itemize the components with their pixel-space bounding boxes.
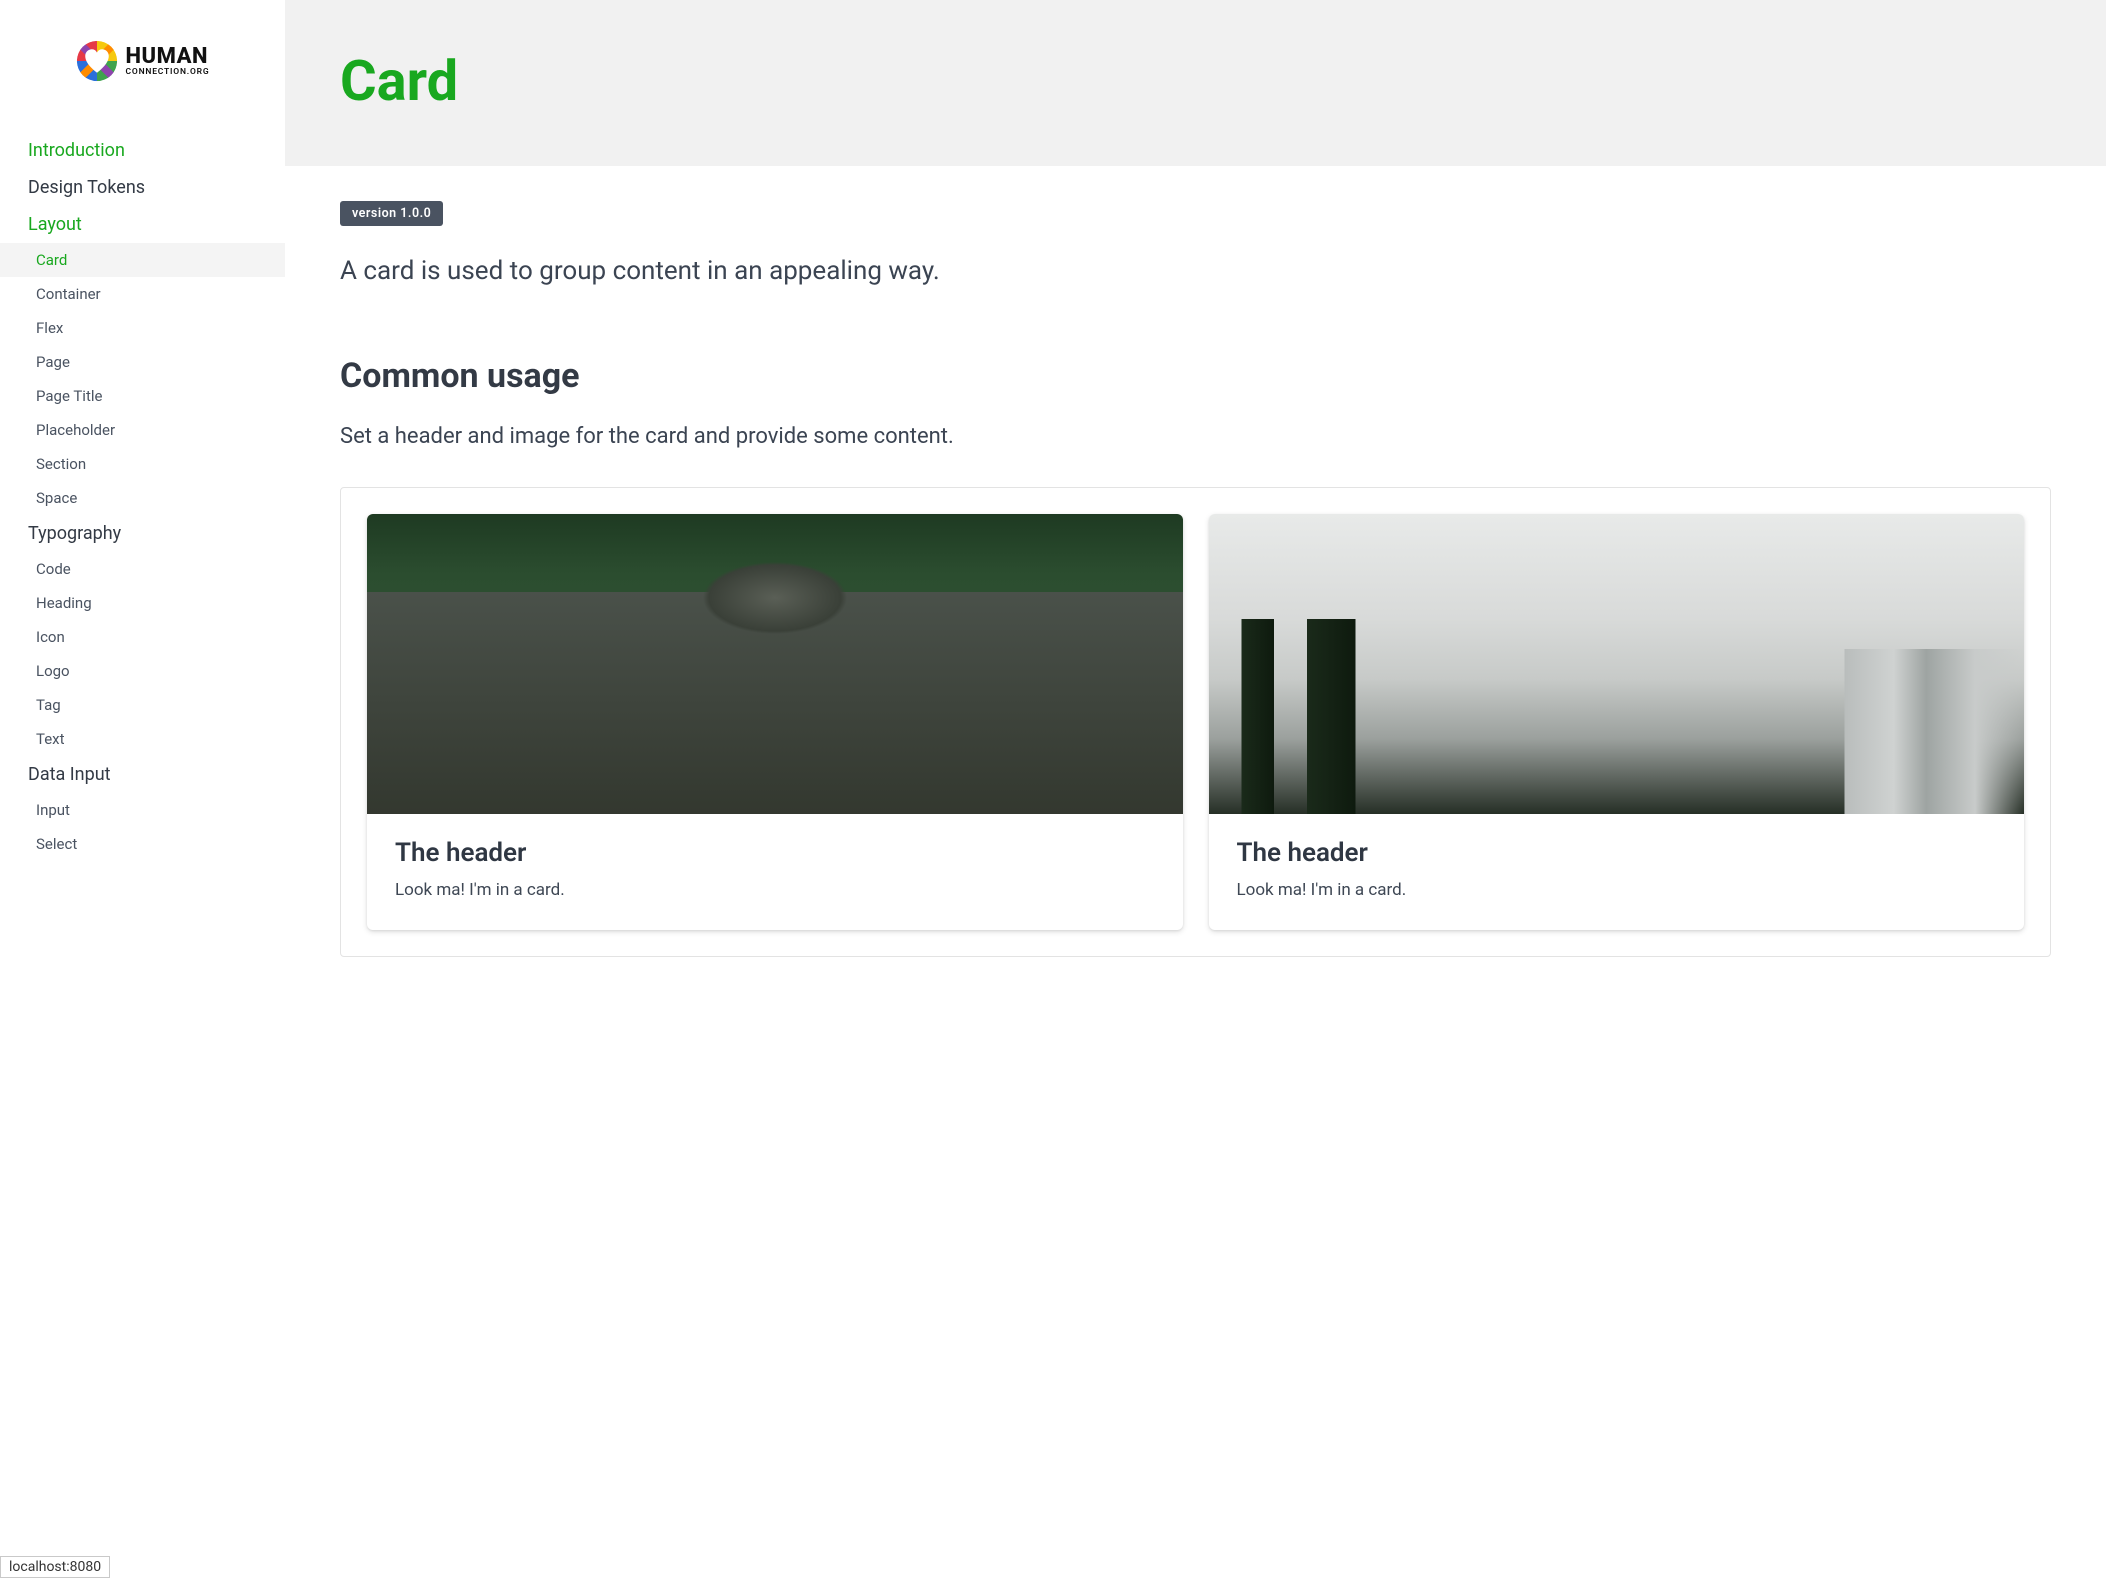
card-text: Look ma! I'm in a card. — [395, 880, 1155, 900]
logo[interactable]: HUMAN CONNECTION.ORG — [0, 10, 285, 132]
nav-introduction[interactable]: Introduction — [0, 132, 285, 169]
nav-typography-text[interactable]: Text — [0, 722, 285, 756]
page-body: version 1.0.0 A card is used to group co… — [285, 166, 2106, 1037]
card-image — [1209, 514, 2025, 814]
app-root: HUMAN CONNECTION.ORG Introduction Design… — [0, 0, 2106, 1578]
nav-layout-flex[interactable]: Flex — [0, 311, 285, 345]
card-text: Look ma! I'm in a card. — [1237, 880, 1997, 900]
sidebar: HUMAN CONNECTION.ORG Introduction Design… — [0, 0, 285, 1578]
nav-typography-logo[interactable]: Logo — [0, 654, 285, 688]
nav-layout-card[interactable]: Card — [0, 243, 285, 277]
nav-design-tokens[interactable]: Design Tokens — [0, 169, 285, 206]
browser-status-bar: localhost:8080 — [0, 1556, 110, 1578]
card: The header Look ma! I'm in a card. — [367, 514, 1183, 930]
page-lead: A card is used to group content in an ap… — [340, 256, 2051, 286]
section-desc: Set a header and image for the card and … — [340, 424, 2051, 449]
sidebar-nav: Introduction Design Tokens Layout Card C… — [0, 132, 285, 901]
card-header: The header — [1237, 838, 1997, 868]
nav-data-input[interactable]: Data Input — [0, 756, 285, 793]
nav-typography[interactable]: Typography — [0, 515, 285, 552]
nav-layout-section[interactable]: Section — [0, 447, 285, 481]
nav-typography-tag[interactable]: Tag — [0, 688, 285, 722]
logo-secondary: CONNECTION.ORG — [126, 68, 210, 77]
nav-typography-code[interactable]: Code — [0, 552, 285, 586]
globe-heart-icon — [76, 40, 118, 82]
section-title: Common usage — [340, 356, 2051, 396]
nav-data-input-input[interactable]: Input — [0, 793, 285, 827]
nav-layout-container[interactable]: Container — [0, 277, 285, 311]
nav-layout-space[interactable]: Space — [0, 481, 285, 515]
version-badge: version 1.0.0 — [340, 201, 443, 226]
logo-primary: HUMAN — [126, 46, 210, 68]
card-image — [367, 514, 1183, 814]
nav-layout[interactable]: Layout — [0, 206, 285, 243]
main-content: Card version 1.0.0 A card is used to gro… — [285, 0, 2106, 1578]
card: The header Look ma! I'm in a card. — [1209, 514, 2025, 930]
nav-layout-page-title[interactable]: Page Title — [0, 379, 285, 413]
page-hero: Card — [285, 0, 2106, 166]
logo-text: HUMAN CONNECTION.ORG — [126, 46, 210, 77]
nav-layout-placeholder[interactable]: Placeholder — [0, 413, 285, 447]
nav-data-input-select[interactable]: Select — [0, 827, 285, 861]
nav-typography-icon[interactable]: Icon — [0, 620, 285, 654]
nav-typography-heading[interactable]: Heading — [0, 586, 285, 620]
nav-layout-page[interactable]: Page — [0, 345, 285, 379]
card-body: The header Look ma! I'm in a card. — [367, 814, 1183, 930]
example-frame: The header Look ma! I'm in a card. The h… — [340, 487, 2051, 957]
card-grid: The header Look ma! I'm in a card. The h… — [367, 514, 2024, 930]
page-title: Card — [340, 48, 2051, 114]
card-body: The header Look ma! I'm in a card. — [1209, 814, 2025, 930]
card-header: The header — [395, 838, 1155, 868]
